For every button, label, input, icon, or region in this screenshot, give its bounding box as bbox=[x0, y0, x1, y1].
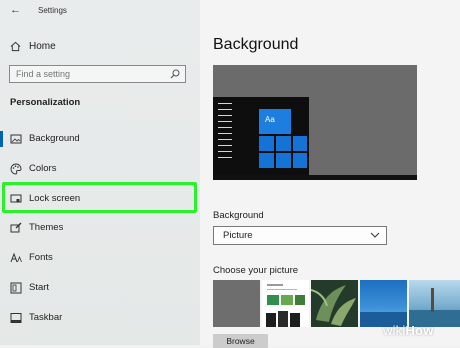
preview-tiles: Aa bbox=[259, 109, 307, 170]
choose-picture-label: Choose your picture bbox=[213, 265, 299, 276]
sidebar-item-label: Colors bbox=[29, 163, 57, 174]
brush-icon bbox=[10, 222, 22, 233]
watermark-suffix: How bbox=[405, 323, 434, 338]
lock-screen-highlight bbox=[2, 182, 197, 213]
preview-tile bbox=[259, 153, 274, 168]
preview-tile bbox=[276, 153, 291, 168]
sidebar-item-start[interactable]: Start bbox=[0, 279, 200, 297]
search-icon[interactable] bbox=[170, 69, 180, 79]
browse-button[interactable]: Browse bbox=[213, 334, 268, 348]
sidebar-item-label: Themes bbox=[29, 222, 64, 233]
window-title: Settings bbox=[38, 6, 67, 15]
sidebar-item-label: Fonts bbox=[29, 252, 53, 263]
start-icon bbox=[10, 282, 22, 294]
sidebar-item-label: Start bbox=[29, 282, 50, 293]
sidebar-item-label: Taskbar bbox=[29, 312, 63, 323]
preview-start-list bbox=[218, 103, 232, 163]
chevron-down-icon bbox=[370, 232, 380, 238]
font-icon bbox=[10, 252, 22, 263]
preview-tile: Aa bbox=[259, 109, 291, 134]
preview-taskbar bbox=[213, 175, 417, 180]
sidebar-item-background[interactable]: Background bbox=[0, 130, 200, 148]
picture-thumbnail-4[interactable] bbox=[360, 280, 407, 327]
preview-tile bbox=[259, 136, 274, 151]
preview-tile bbox=[293, 136, 307, 151]
page-title: Background bbox=[213, 36, 299, 53]
title-bar: ← Settings bbox=[0, 0, 200, 22]
picture-thumbnail-1[interactable] bbox=[213, 280, 260, 327]
back-arrow-icon[interactable]: ← bbox=[10, 4, 21, 16]
preview-desktop: Aa bbox=[213, 97, 309, 177]
background-dropdown[interactable]: Picture bbox=[213, 226, 387, 245]
background-dropdown-value: Picture bbox=[223, 230, 253, 241]
background-preview: Aa bbox=[213, 65, 417, 180]
picture-icon bbox=[10, 134, 22, 144]
background-label: Background bbox=[213, 210, 264, 221]
picture-thumbnail-3[interactable] bbox=[311, 280, 358, 327]
preview-tile-text: Aa bbox=[265, 115, 275, 124]
home-label: Home bbox=[29, 40, 56, 52]
sidebar: ← Settings Home Personalization Backgrou… bbox=[0, 0, 200, 345]
taskbar-icon bbox=[10, 313, 22, 323]
wikihow-watermark: wikiHow bbox=[383, 323, 434, 338]
sidebar-item-fonts[interactable]: Fonts bbox=[0, 249, 200, 267]
sidebar-item-colors[interactable]: Colors bbox=[0, 160, 200, 178]
search-box[interactable] bbox=[9, 65, 186, 83]
picture-thumbnail-2[interactable] bbox=[262, 280, 309, 327]
home-nav-item[interactable]: Home bbox=[10, 38, 56, 54]
search-input[interactable] bbox=[16, 67, 166, 81]
palette-icon bbox=[10, 163, 22, 175]
picture-thumbnail-5[interactable] bbox=[409, 280, 460, 327]
preview-tile bbox=[276, 136, 291, 151]
sidebar-item-label: Background bbox=[29, 133, 80, 144]
watermark-prefix: wiki bbox=[383, 323, 406, 338]
section-title: Personalization bbox=[10, 97, 81, 108]
sidebar-item-taskbar[interactable]: Taskbar bbox=[0, 309, 200, 327]
home-icon bbox=[10, 41, 21, 51]
sidebar-item-themes[interactable]: Themes bbox=[0, 219, 200, 237]
preview-tile bbox=[293, 153, 307, 168]
